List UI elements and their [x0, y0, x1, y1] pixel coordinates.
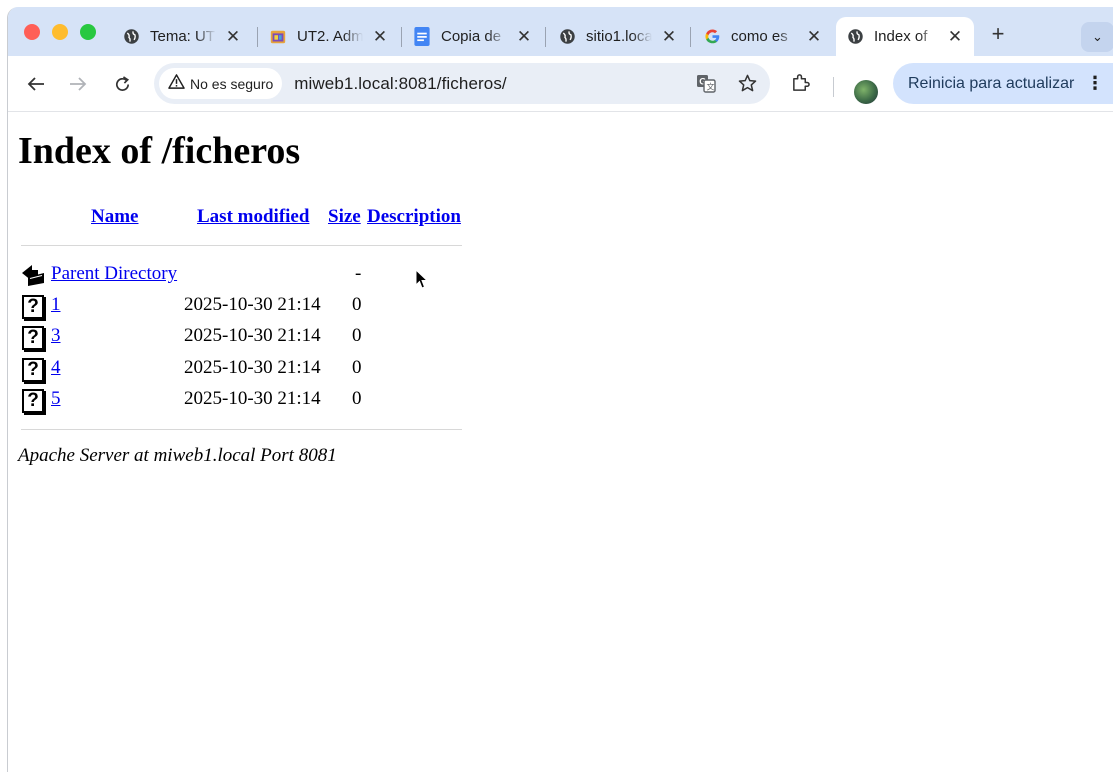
- tab-title: Copia de: [441, 28, 502, 45]
- svg-text:文: 文: [707, 82, 715, 92]
- tab-separator: [257, 27, 258, 47]
- file-link[interactable]: 5: [51, 388, 61, 410]
- arrow-right-icon: [70, 77, 87, 91]
- file-modified: 2025-10-30 21:14: [184, 325, 321, 346]
- warning-icon: [168, 74, 185, 93]
- close-tab-icon[interactable]: ✕: [515, 27, 533, 47]
- tab-copia[interactable]: Copia de ✕: [403, 17, 543, 56]
- docs-icon: [413, 27, 431, 46]
- reload-button[interactable]: [109, 71, 135, 97]
- globe-icon: [846, 28, 864, 46]
- tab-separator: [545, 27, 546, 47]
- unknown-file-icon: ?: [22, 295, 44, 319]
- google-icon: [703, 28, 721, 46]
- extensions-icon[interactable]: [791, 73, 810, 97]
- file-link[interactable]: 1: [51, 294, 61, 316]
- file-modified: 2025-10-30 21:14: [184, 388, 321, 409]
- tab-index-of[interactable]: Index of ✕: [836, 17, 974, 56]
- divider: [21, 429, 462, 430]
- tab-como-es[interactable]: como es ✕: [693, 17, 833, 56]
- toolbar-divider: [833, 77, 834, 97]
- parent-directory-size: -: [355, 263, 362, 284]
- browser-window: Tema: UT2 ✕ UT2. Administración ✕ Copia …: [7, 7, 1113, 772]
- tab-separator: [690, 27, 691, 47]
- tab-title: como es: [731, 28, 788, 45]
- close-tab-icon[interactable]: ✕: [805, 27, 823, 47]
- new-tab-button[interactable]: +: [986, 21, 1010, 47]
- tab-sitio1[interactable]: sitio1.local ✕: [548, 17, 688, 56]
- page-content: Index of /ficheros Name Last modified Si…: [8, 113, 1113, 772]
- sort-by-name-link[interactable]: Name: [91, 206, 138, 228]
- file-link[interactable]: 3: [51, 325, 61, 347]
- mouse-cursor-icon: [415, 269, 429, 289]
- file-link[interactable]: 4: [51, 357, 61, 379]
- forward-button[interactable]: [65, 71, 91, 97]
- menu-dots-icon[interactable]: ⋮: [1086, 73, 1104, 94]
- file-size: 0: [352, 388, 362, 409]
- minimize-window-button[interactable]: [52, 24, 68, 40]
- maximize-window-button[interactable]: [80, 24, 96, 40]
- sort-by-modified-link[interactable]: Last modified: [197, 206, 309, 228]
- site-info-chip[interactable]: No es seguro: [159, 68, 283, 99]
- security-label: No es seguro: [190, 75, 274, 92]
- relaunch-button[interactable]: Reinicia para actualizar ⋮: [893, 63, 1113, 104]
- unknown-file-icon: ?: [22, 389, 44, 413]
- unknown-file-icon: ?: [22, 358, 44, 382]
- file-size: 0: [352, 325, 362, 346]
- parent-directory-icon: [22, 265, 44, 286]
- close-tab-icon[interactable]: ✕: [660, 27, 678, 47]
- tab-separator: [401, 27, 402, 47]
- file-size: 0: [352, 294, 362, 315]
- close-tab-icon[interactable]: ✕: [946, 27, 964, 47]
- translate-icon[interactable]: G文: [695, 74, 717, 98]
- file-modified: 2025-10-30 21:14: [184, 294, 321, 315]
- star-icon[interactable]: [736, 74, 758, 97]
- close-window-button[interactable]: [24, 24, 40, 40]
- arrow-left-icon: [27, 77, 44, 91]
- globe-icon: [558, 28, 576, 46]
- tab-strip: Tema: UT2 ✕ UT2. Administración ✕ Copia …: [8, 7, 1113, 56]
- tab-title: UT2. Administración: [297, 28, 363, 45]
- divider: [21, 245, 462, 246]
- back-button[interactable]: [23, 71, 49, 97]
- reload-icon: [115, 75, 129, 91]
- sort-by-size-link[interactable]: Size: [328, 206, 361, 228]
- url-text[interactable]: miweb1.local:8081/ficheros/: [294, 74, 506, 94]
- tab-tema[interactable]: Tema: UT2 ✕: [112, 17, 252, 56]
- close-tab-icon[interactable]: ✕: [224, 27, 242, 47]
- unknown-file-icon: ?: [22, 326, 44, 350]
- tab-search-button[interactable]: ⌄: [1081, 22, 1113, 52]
- file-size: 0: [352, 357, 362, 378]
- profile-avatar[interactable]: [854, 80, 878, 104]
- relaunch-label: Reinicia para actualizar: [908, 74, 1075, 92]
- course-icon: [269, 28, 287, 46]
- tab-title: sitio1.local: [586, 28, 652, 45]
- tab-title: Index of: [874, 28, 928, 45]
- server-signature: Apache Server at miweb1.local Port 8081: [18, 445, 337, 466]
- sort-by-description-link[interactable]: Description: [367, 206, 461, 228]
- chevron-down-icon: ⌄: [1092, 29, 1103, 44]
- close-tab-icon[interactable]: ✕: [371, 27, 389, 47]
- tab-title: Tema: UT2: [150, 28, 216, 45]
- tab-ut2[interactable]: UT2. Administración ✕: [259, 17, 399, 56]
- globe-icon: [122, 28, 140, 46]
- file-modified: 2025-10-30 21:14: [184, 357, 321, 378]
- page-title: Index of /ficheros: [18, 130, 301, 172]
- parent-directory-link[interactable]: Parent Directory: [51, 263, 177, 285]
- address-bar[interactable]: No es seguro miweb1.local:8081/ficheros/…: [154, 63, 770, 104]
